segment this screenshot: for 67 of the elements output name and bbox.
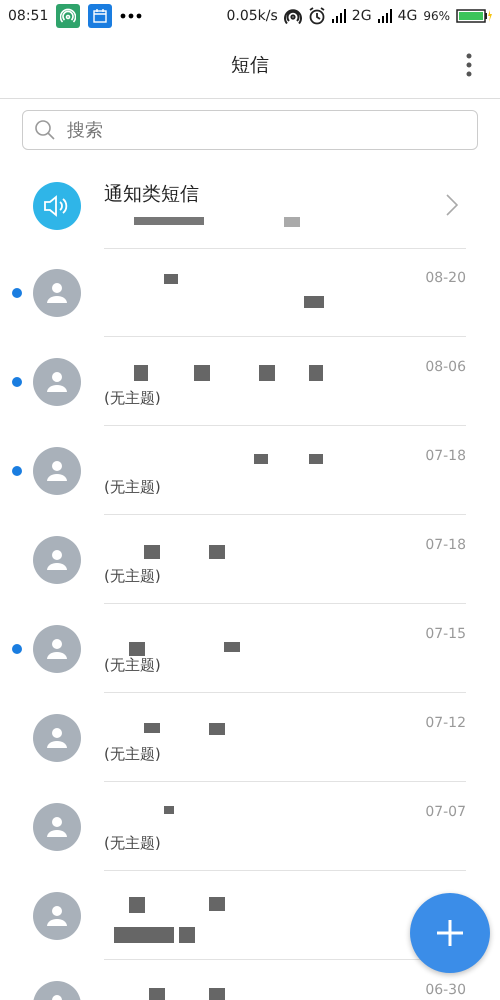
message-date: 06-30	[425, 982, 466, 998]
message-subject: (无主题)	[104, 656, 161, 675]
redaction-block	[144, 723, 160, 733]
message-subject: (无主题)	[104, 389, 161, 408]
redaction-block	[304, 296, 324, 308]
more-notifications-icon	[120, 13, 142, 19]
redaction-block	[134, 365, 148, 381]
redaction-block	[254, 454, 268, 464]
redaction-block	[284, 216, 300, 226]
screen-title: 短信	[231, 53, 269, 78]
contact-avatar-icon	[33, 624, 81, 672]
redaction-block	[164, 806, 174, 814]
redaction-block	[259, 365, 275, 381]
redaction-block	[194, 365, 210, 381]
group-title: 通知类短信	[104, 182, 199, 206]
alarm-icon	[308, 7, 326, 25]
message-date: 08-06	[425, 359, 466, 375]
message-subject: (无主题)	[104, 567, 161, 586]
chevron-right-icon	[446, 194, 458, 216]
notification-messages-item[interactable]: 通知类短信	[104, 164, 466, 248]
contact-avatar-icon	[33, 446, 81, 494]
redaction-block	[209, 988, 225, 1000]
redaction-block	[179, 927, 195, 943]
network-type: 2G	[352, 8, 372, 24]
network-speed: 0.05k/s	[226, 8, 278, 24]
message-subject: (无主题)	[104, 745, 161, 764]
plus-icon	[435, 918, 465, 948]
signal-icon	[378, 9, 392, 23]
contact-avatar-icon	[33, 892, 81, 940]
battery-charging-icon	[456, 9, 492, 23]
message-date: 07-07	[425, 804, 466, 820]
redaction-block	[209, 723, 225, 735]
more-options-icon[interactable]	[466, 53, 472, 77]
redaction-block	[129, 897, 145, 913]
contact-avatar-icon	[33, 714, 81, 762]
contact-avatar-icon	[33, 358, 81, 406]
search-field[interactable]: 搜索	[22, 110, 478, 150]
clock-time: 08:51	[8, 8, 48, 24]
message-subject: (无主题)	[104, 834, 161, 853]
network-type: 4G	[398, 8, 418, 24]
redaction-block	[209, 897, 225, 911]
redaction-block	[309, 454, 323, 464]
message-date: 08-20	[425, 270, 466, 286]
redaction-block	[149, 988, 165, 1000]
redaction-block	[224, 642, 240, 652]
hotspot-icon	[284, 7, 302, 25]
speaker-avatar-icon	[33, 182, 81, 230]
calendar-icon	[88, 4, 112, 28]
redaction-block	[114, 927, 174, 943]
redaction-block	[164, 274, 178, 284]
battery-percent: 96%	[423, 9, 450, 23]
new-message-button[interactable]	[410, 893, 490, 973]
message-date: 07-18	[425, 448, 466, 464]
redaction-block	[134, 216, 204, 224]
message-date: 07-12	[425, 715, 466, 731]
redaction-block	[309, 365, 323, 381]
message-date: 07-15	[425, 626, 466, 642]
contact-avatar-icon	[33, 536, 81, 584]
redaction-block	[144, 545, 160, 559]
message-date: 07-18	[425, 537, 466, 553]
contact-avatar-icon	[33, 802, 81, 850]
redaction-block	[129, 642, 145, 656]
message-subject: (无主题)	[104, 478, 161, 497]
hotspot-icon	[56, 4, 80, 28]
contact-avatar-icon	[33, 268, 81, 316]
redaction-block	[209, 545, 225, 559]
signal-icon	[332, 9, 346, 23]
